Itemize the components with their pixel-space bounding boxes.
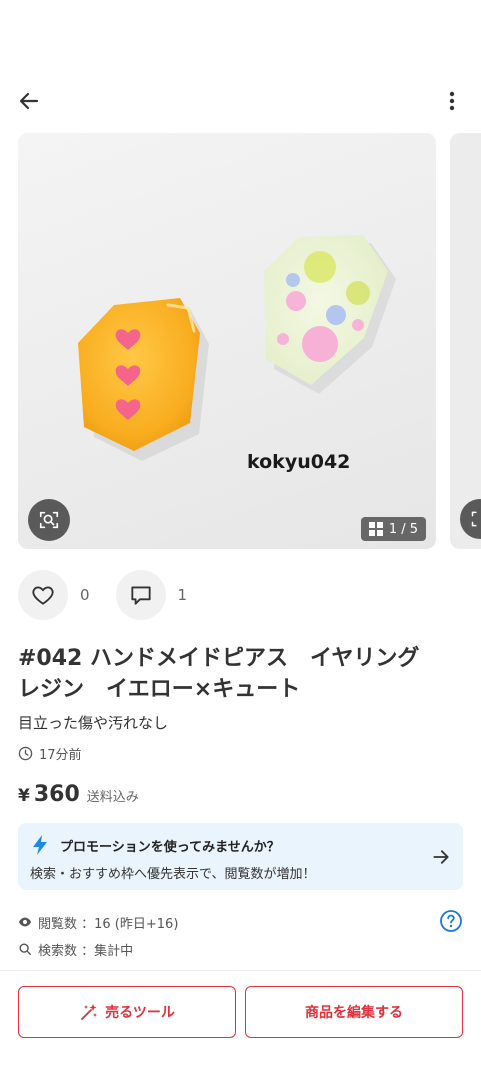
- image-counter-badge[interactable]: 1 / 5: [360, 517, 426, 541]
- edit-item-button[interactable]: 商品を編集する: [245, 986, 463, 1038]
- posted-time-text: 17分前: [39, 748, 82, 763]
- green-earring: [264, 235, 388, 385]
- posted-time: 17分前: [18, 744, 82, 763]
- next-image-peek[interactable]: [450, 133, 481, 549]
- sparkle-wand-icon: [81, 1004, 98, 1020]
- back-button[interactable]: [14, 86, 44, 116]
- price: ¥ 360 送料込み: [18, 782, 139, 807]
- comment-button[interactable]: [115, 570, 166, 620]
- comment-icon: [130, 586, 151, 605]
- help-icon: [440, 910, 462, 932]
- promotion-description: 検索・おすすめ枠へ優先表示で、閲覧数が増加！: [30, 867, 316, 882]
- views-text: 閲覧数 ：16 (昨日+16): [38, 916, 179, 932]
- bottom-divider: [0, 970, 481, 971]
- promotion-banner[interactable]: プロモーションを使ってみませんか？ 検索・おすすめ枠へ優先表示で、閲覧数が増加！: [18, 823, 463, 890]
- views-stat: 閲覧数 ：16 (昨日+16): [18, 912, 463, 932]
- image-counter-text: 1 / 5: [388, 521, 418, 537]
- item-title: #042 ハンドメイドピアス イヤリング レジン イエロー×キュート: [18, 646, 442, 702]
- price-currency: ¥: [18, 786, 30, 806]
- social-actions: 0 1: [18, 570, 213, 620]
- grid-icon: [368, 522, 383, 536]
- more-vert-icon: [449, 91, 455, 111]
- arrow-left-icon: [19, 92, 39, 110]
- comment-count: 1: [177, 586, 188, 604]
- stats-help-button[interactable]: [439, 909, 463, 933]
- eye-icon: [18, 917, 32, 927]
- searches-text: 検索数 ：集計中: [38, 943, 134, 959]
- like-button[interactable]: [18, 570, 68, 620]
- search-icon: [19, 943, 31, 955]
- edit-item-label: 商品を編集する: [305, 1005, 403, 1021]
- promotion-arrow: [429, 845, 453, 869]
- promotion-title: プロモーションを使ってみませんか？: [60, 840, 280, 855]
- like-count: 0: [80, 586, 90, 604]
- image-search-icon: [39, 511, 59, 529]
- clock-icon: [18, 746, 33, 761]
- more-options-button[interactable]: [437, 86, 467, 116]
- sell-tool-label: 売るツール: [105, 1005, 175, 1021]
- top-bar: [0, 78, 481, 124]
- image-watermark: kokyu042: [247, 451, 351, 473]
- image-search-icon: [471, 511, 477, 527]
- next-image-search-button: [460, 499, 481, 539]
- product-photo: [18, 133, 436, 549]
- shipping-included-note: 送料込み: [86, 790, 139, 805]
- lightning-icon: [33, 835, 47, 855]
- arrow-right-icon: [433, 850, 449, 864]
- sell-tool-button[interactable]: 売るツール: [18, 986, 236, 1038]
- item-condition: 目立った傷や汚れなし: [18, 714, 169, 732]
- searches-stat: 検索数 ：集計中: [18, 939, 463, 959]
- image-search-button[interactable]: [28, 499, 70, 541]
- price-value: 360: [33, 782, 80, 807]
- product-image-gallery[interactable]: kokyu042 1 / 5: [18, 133, 436, 549]
- item-stats: 閲覧数 ：16 (昨日+16) 検索数 ：集計中: [18, 909, 463, 966]
- heart-icon: [32, 586, 54, 605]
